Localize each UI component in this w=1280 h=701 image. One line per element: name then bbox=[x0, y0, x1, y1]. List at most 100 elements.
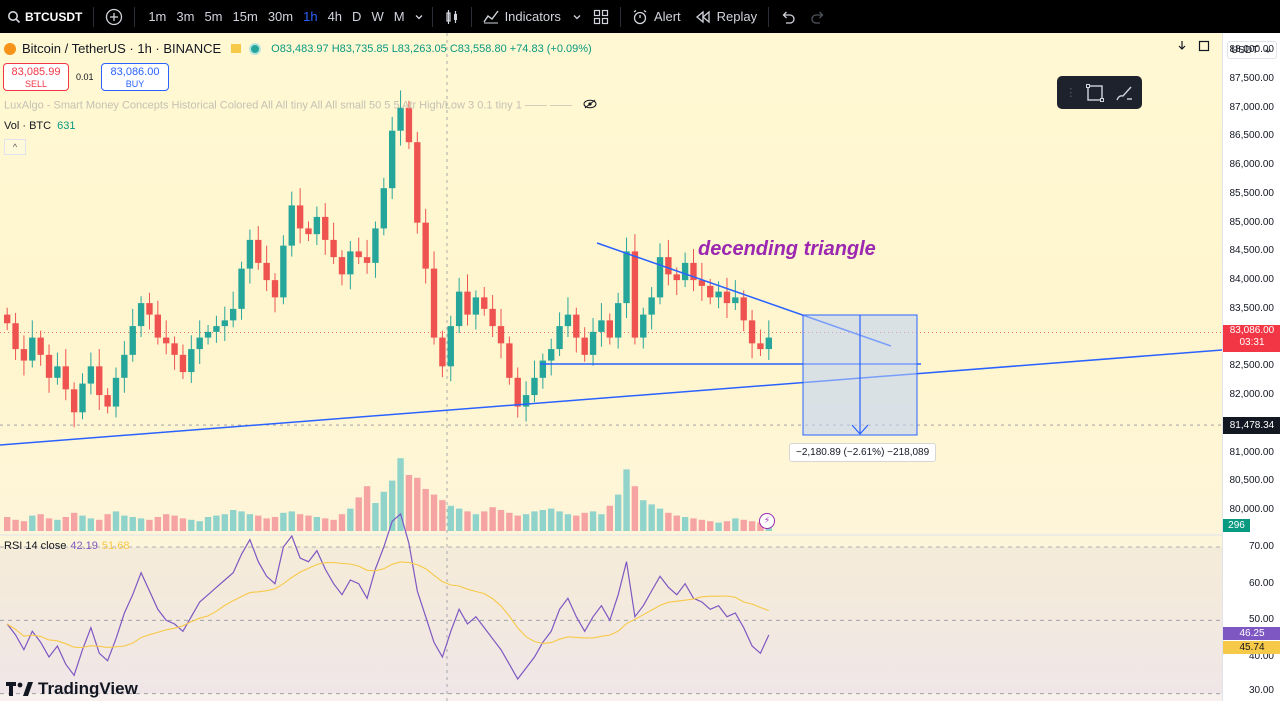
buy-button[interactable]: 83,086.00 BUY bbox=[101, 63, 169, 91]
candle-body bbox=[179, 354, 187, 373]
rsi-tick: 50.00 bbox=[1248, 614, 1274, 626]
volume-badge: 296 bbox=[1223, 519, 1250, 532]
sell-button[interactable]: 83,085.99 SELL bbox=[3, 63, 69, 91]
volume-bar bbox=[422, 489, 429, 531]
alert-button[interactable]: Alert bbox=[625, 0, 688, 33]
flag-icon[interactable] bbox=[231, 44, 242, 53]
volume-bar bbox=[464, 511, 471, 531]
replay-label: Replay bbox=[716, 9, 758, 24]
chart-drawings[interactable] bbox=[0, 242, 1222, 446]
volume-bar bbox=[87, 518, 95, 531]
measure-readout: −2,180.89 (−2.61%) −218,089 bbox=[789, 443, 937, 462]
timeframe-15m[interactable]: 15m bbox=[228, 0, 263, 33]
chart-canvas[interactable] bbox=[0, 33, 1222, 701]
pattern-annotation[interactable]: decending triangle bbox=[698, 238, 876, 261]
volume-bar bbox=[70, 512, 78, 531]
candle-body bbox=[405, 107, 413, 143]
indicators-button[interactable]: Indicators bbox=[476, 0, 568, 33]
undo-button[interactable] bbox=[773, 0, 803, 33]
candle-body bbox=[715, 291, 722, 298]
volume-bar bbox=[564, 514, 572, 531]
timeframe-30m[interactable]: 30m bbox=[263, 0, 298, 33]
candle-body bbox=[748, 320, 756, 344]
timeframe-1m[interactable]: 1m bbox=[143, 0, 171, 33]
drawing-floating-toolbar[interactable]: ⋮ bbox=[1057, 76, 1142, 109]
binance-logo-icon bbox=[4, 42, 16, 55]
price-tick: 85,000.00 bbox=[1229, 216, 1275, 228]
chart-type-button[interactable] bbox=[437, 0, 467, 33]
redo-button[interactable] bbox=[803, 0, 833, 33]
crosshair-price-badge: 81,478.34 bbox=[1223, 417, 1280, 435]
tradingview-logo[interactable]: TradingView bbox=[6, 679, 138, 699]
redo-icon bbox=[811, 11, 824, 24]
volume-bar bbox=[221, 514, 228, 531]
volume-legend[interactable]: Vol · BTC 631 bbox=[4, 120, 75, 132]
candle-body bbox=[271, 280, 279, 298]
candle-body bbox=[740, 297, 747, 321]
replay-button[interactable]: Replay bbox=[688, 0, 764, 33]
chart-pane[interactable]: Bitcoin / TetherUS · 1h · BINANCE O83,48… bbox=[0, 33, 1222, 701]
candle-body bbox=[531, 377, 538, 396]
compare-symbol-button[interactable] bbox=[98, 0, 130, 33]
volume-bar bbox=[163, 514, 170, 531]
candle-body bbox=[422, 222, 429, 269]
candle-body bbox=[430, 268, 438, 338]
indicators-menu-button[interactable] bbox=[568, 0, 586, 33]
timeframe-D[interactable]: D bbox=[347, 0, 366, 33]
candle-body bbox=[606, 320, 613, 338]
smc-indicator-legend[interactable]: LuxAlgo - Smart Money Concepts Historica… bbox=[4, 99, 597, 112]
volume-bar bbox=[54, 519, 61, 531]
close-value: C83,558.80 bbox=[449, 42, 507, 55]
volume-bar bbox=[430, 494, 438, 531]
timeframe-W[interactable]: W bbox=[366, 0, 388, 33]
symbol-title[interactable]: Bitcoin / TetherUS · 1h · BINANCE bbox=[22, 41, 221, 56]
candle-body bbox=[104, 395, 111, 407]
brush-tool-icon[interactable] bbox=[1114, 83, 1134, 103]
timeframe-menu-button[interactable] bbox=[410, 0, 428, 33]
volume-bar bbox=[715, 522, 722, 531]
toolbar-divider bbox=[134, 6, 136, 27]
timeframe-5m[interactable]: 5m bbox=[199, 0, 227, 33]
candle-body bbox=[389, 130, 396, 189]
candles-icon bbox=[445, 9, 457, 24]
price-tick: 87,500.00 bbox=[1229, 72, 1275, 84]
collapse-legend-button[interactable]: ^ bbox=[4, 139, 26, 155]
timeframe-1h[interactable]: 1h bbox=[298, 0, 322, 33]
candle-body bbox=[121, 354, 128, 378]
volume-bar bbox=[322, 518, 329, 531]
timeframe-4h[interactable]: 4h bbox=[323, 0, 347, 33]
download-icon[interactable] bbox=[1176, 40, 1188, 52]
volume-bar bbox=[439, 500, 446, 531]
lightning-icon[interactable]: ⚡ bbox=[759, 513, 775, 529]
fullscreen-icon[interactable] bbox=[1198, 40, 1210, 52]
rectangle-tool-icon[interactable] bbox=[1085, 83, 1105, 103]
rsi-tick: 60.00 bbox=[1248, 577, 1274, 589]
timeframe-M[interactable]: M bbox=[389, 0, 410, 33]
volume-bar bbox=[146, 519, 153, 531]
drag-handle-icon[interactable]: ⋮ bbox=[1065, 86, 1076, 99]
volume-bar bbox=[631, 486, 639, 531]
timeframe-3m[interactable]: 3m bbox=[171, 0, 199, 33]
rsi-tick: 30.00 bbox=[1248, 685, 1274, 696]
price-axis[interactable]: USDT 88,000.00 87,500.00 87,000.00 86,500.0… bbox=[1222, 33, 1280, 701]
price-tick: 88,000.00 bbox=[1229, 44, 1275, 56]
candle-body bbox=[330, 239, 337, 258]
candle-body bbox=[70, 389, 78, 413]
volume-bar bbox=[179, 518, 187, 531]
volume-bar bbox=[681, 517, 689, 531]
volume-bar bbox=[37, 514, 44, 531]
candle-body bbox=[12, 323, 19, 350]
candle-body bbox=[631, 251, 639, 338]
templates-button[interactable] bbox=[586, 0, 616, 33]
open-value: O83,483.97 bbox=[271, 42, 329, 55]
rsi-legend[interactable]: RSI 14 close 42.19 51.68 bbox=[4, 540, 129, 552]
volume-bar bbox=[506, 512, 513, 531]
symbol-search-button[interactable]: BTCUSDT bbox=[0, 0, 89, 33]
candle-body bbox=[656, 257, 664, 298]
volume-bar bbox=[380, 491, 387, 531]
volume-bar bbox=[531, 511, 538, 531]
candle-body bbox=[54, 366, 61, 378]
sell-label: SELL bbox=[24, 79, 48, 89]
volume-bar bbox=[45, 518, 53, 531]
hidden-eye-icon[interactable] bbox=[583, 99, 597, 112]
